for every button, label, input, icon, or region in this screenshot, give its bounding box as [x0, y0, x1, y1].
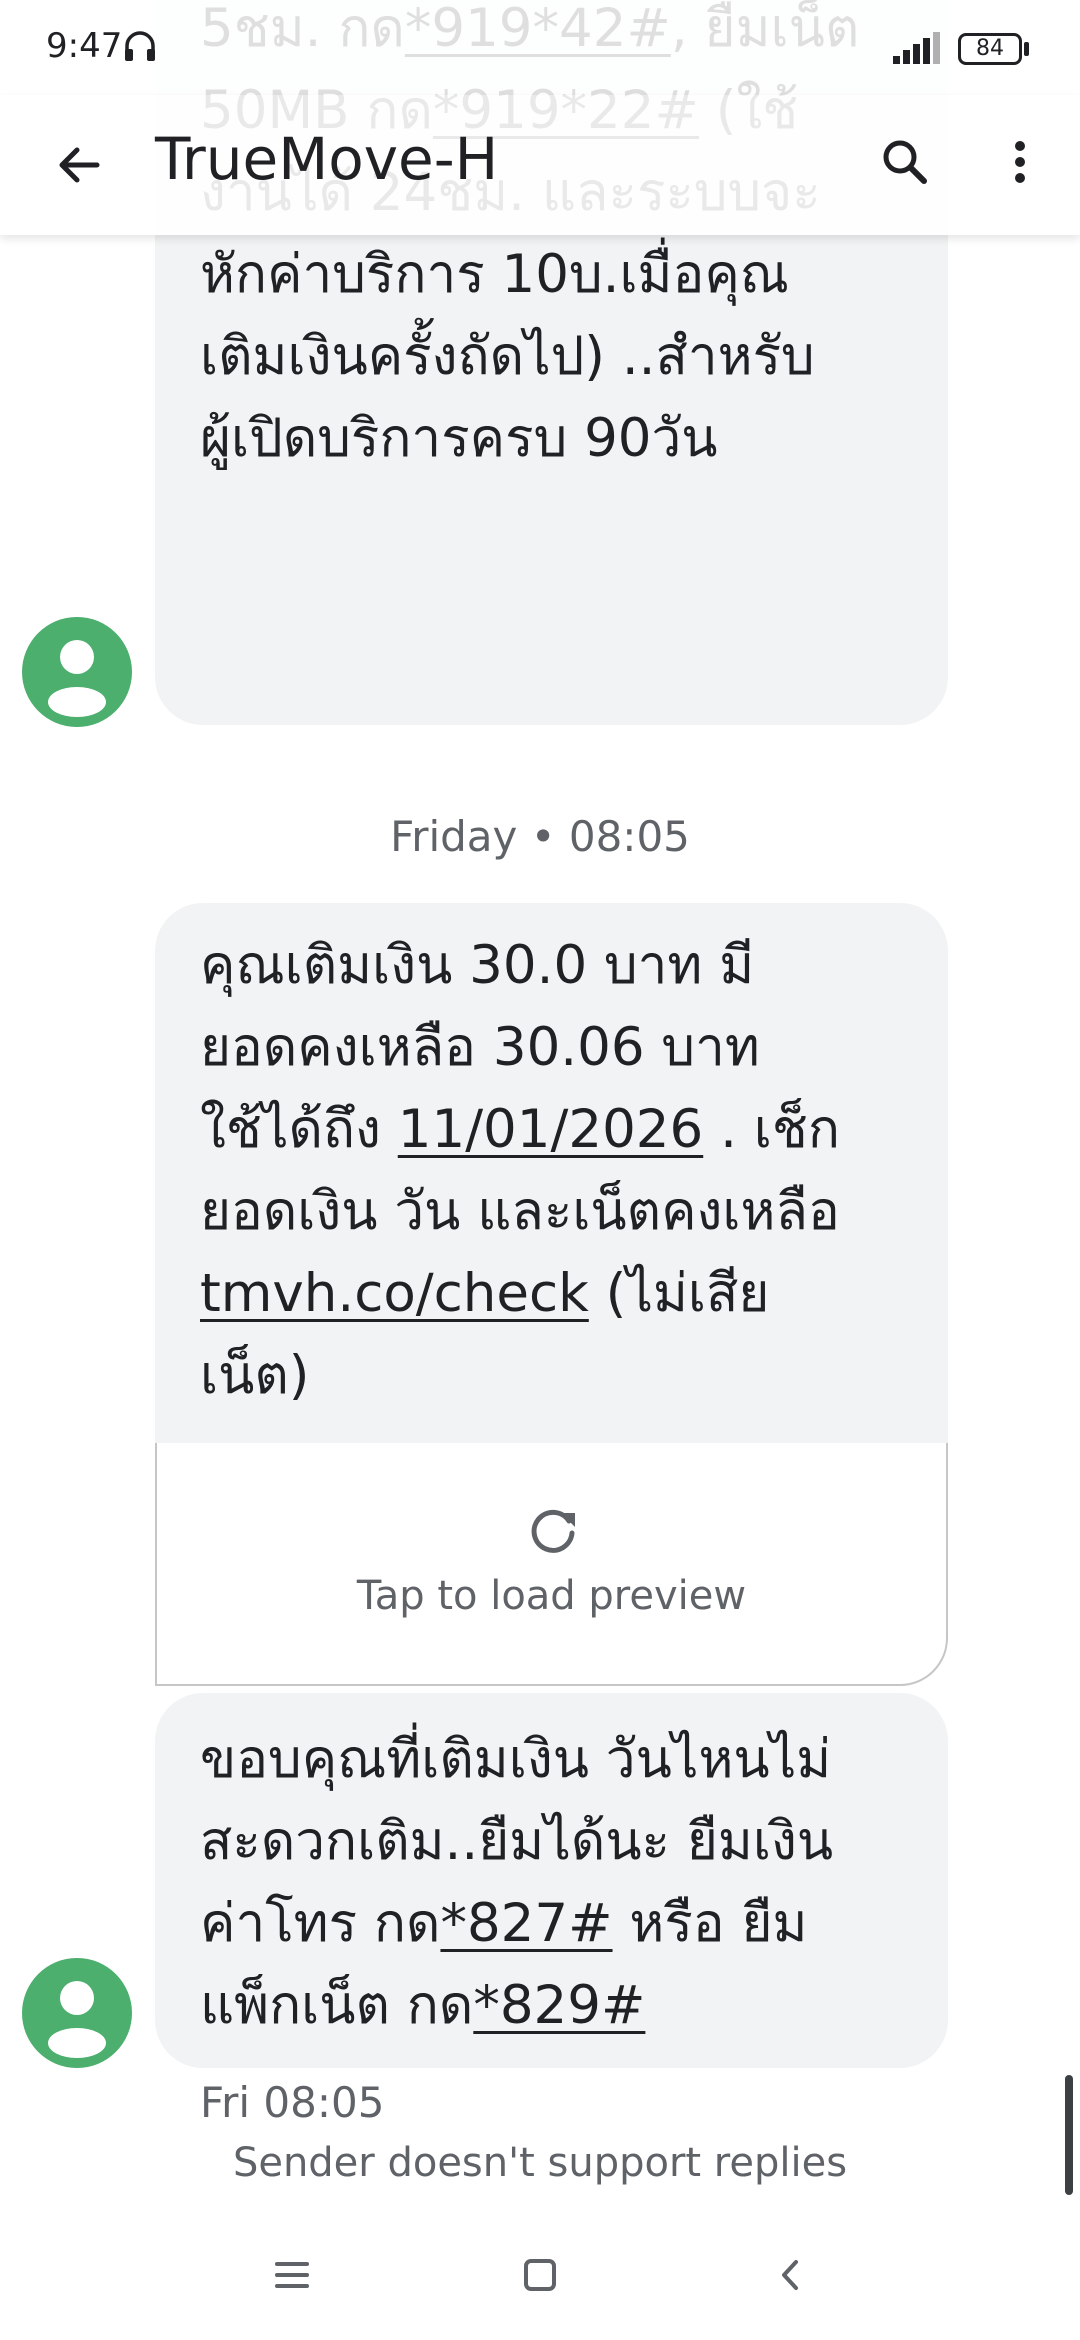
person-icon — [48, 640, 106, 717]
search-icon[interactable] — [870, 127, 940, 197]
message-text-segment: ยอดเงิน วัน และเน็ตคงเหลือ — [200, 1181, 840, 1242]
message-line: เติมเงินครั้งถัดไป) ..สำหรับ — [200, 316, 908, 398]
sender-avatar[interactable] — [22, 617, 132, 727]
menu-icon[interactable] — [257, 2240, 327, 2310]
message-line: ขอบคุณที่เติมเงิน วันไหนไม่ — [200, 1719, 908, 1801]
message-text-segment: เน็ต) — [200, 1345, 310, 1406]
message-line: ค่าโทร กด*827# หรือ ยืม — [200, 1883, 908, 1965]
message-text-segment: หักค่าบริการ 10บ.เมื่อคุณ — [200, 244, 789, 305]
message-text-segment: คุณเติมเงิน 30.0 บาท มี — [200, 935, 755, 996]
status-bar: 9:47 84 — [0, 0, 1080, 95]
refresh-icon — [531, 1509, 575, 1553]
message-text-segment: . เช็ก — [703, 1099, 840, 1160]
more-vert-icon[interactable] — [990, 127, 1050, 197]
message-link[interactable]: 11/01/2026 — [398, 1099, 703, 1160]
message-timestamp: Fri 08:05 — [200, 2078, 385, 2127]
message-text: คุณเติมเงิน 30.0 บาท มียอดคงเหลือ 30.06 … — [200, 925, 908, 1417]
preview-label: Tap to load preview — [356, 1573, 747, 1619]
sender-avatar[interactable] — [22, 1958, 132, 2068]
message-text-segment: ขอบคุณที่เติมเงิน วันไหนไม่ — [200, 1729, 832, 1790]
message-list[interactable]: 5ชม. กด*919*42#, ยืมเน็ต50MB กด*919*22# … — [0, 0, 1080, 2200]
message-line: ยอดคงเหลือ 30.06 บาท — [200, 1007, 908, 1089]
no-reply-notice: Sender doesn't support replies — [232, 2140, 848, 2186]
message-link[interactable]: *827# — [440, 1893, 612, 1954]
clock: 9:47 — [46, 26, 123, 66]
message-text-segment: หรือ ยืม — [612, 1893, 808, 1954]
link-preview-card[interactable]: Tap to load preview — [155, 1443, 948, 1686]
message-line: คุณเติมเงิน 30.0 บาท มี — [200, 925, 908, 1007]
message-text-segment: ใช้ได้ถึง — [200, 1099, 398, 1160]
message-text-segment: (ไม่เสีย — [588, 1263, 770, 1324]
message-line: แพ็กเน็ต กด*829# — [200, 1965, 908, 2047]
person-icon — [48, 1981, 106, 2058]
arrow-back-icon[interactable] — [45, 130, 115, 200]
message-line: สะดวกเติม..ยืมได้นะ ยืมเงิน — [200, 1801, 908, 1883]
message-line: ผู้เปิดบริการครบ 90วัน — [200, 398, 908, 480]
message-line: ยอดเงิน วัน และเน็ตคงเหลือ — [200, 1171, 908, 1253]
message-text-segment: ยอดคงเหลือ 30.06 บาท — [200, 1017, 760, 1078]
chevron-left-icon[interactable] — [755, 2240, 825, 2310]
message-line: tmvh.co/check (ไม่เสีย — [200, 1253, 908, 1335]
date-separator: Friday • 08:05 — [390, 812, 690, 861]
message-line: เน็ต) — [200, 1335, 908, 1417]
message-line: หักค่าบริการ 10บ.เมื่อคุณ — [200, 234, 908, 316]
message-text-segment: ผู้เปิดบริการครบ 90วัน — [200, 408, 718, 469]
message-text-segment: แพ็กเน็ต กด — [200, 1975, 474, 2036]
message-text: ขอบคุณที่เติมเงิน วันไหนไม่สะดวกเติม..ยื… — [200, 1719, 908, 2047]
message-text-segment: เติมเงินครั้งถัดไป) ..สำหรับ — [200, 326, 815, 387]
message-text-segment: สะดวกเติม..ยืมได้นะ ยืมเงิน — [200, 1811, 834, 1872]
scrollbar[interactable] — [1065, 2075, 1073, 2195]
app-bar: TrueMove-H — [0, 95, 1080, 235]
message-link[interactable]: *829# — [473, 1975, 645, 2036]
headset-icon — [125, 31, 155, 61]
navigation-bar — [0, 2210, 1080, 2340]
message-bubble[interactable]: ขอบคุณที่เติมเงิน วันไหนไม่สะดวกเติม..ยื… — [155, 1693, 948, 2068]
message-link[interactable]: tmvh.co/check — [200, 1263, 589, 1324]
battery-icon: 84 — [958, 33, 1022, 65]
battery-nub — [1024, 42, 1029, 56]
message-text-segment: ค่าโทร กด — [200, 1893, 441, 1954]
conversation-title: TrueMove-H — [155, 125, 499, 193]
home-square-icon[interactable] — [505, 2240, 575, 2310]
signal-icon — [893, 32, 940, 64]
message-line: ใช้ได้ถึง 11/01/2026 . เช็ก — [200, 1089, 908, 1171]
message-bubble[interactable]: คุณเติมเงิน 30.0 บาท มียอดคงเหลือ 30.06 … — [155, 903, 948, 1443]
